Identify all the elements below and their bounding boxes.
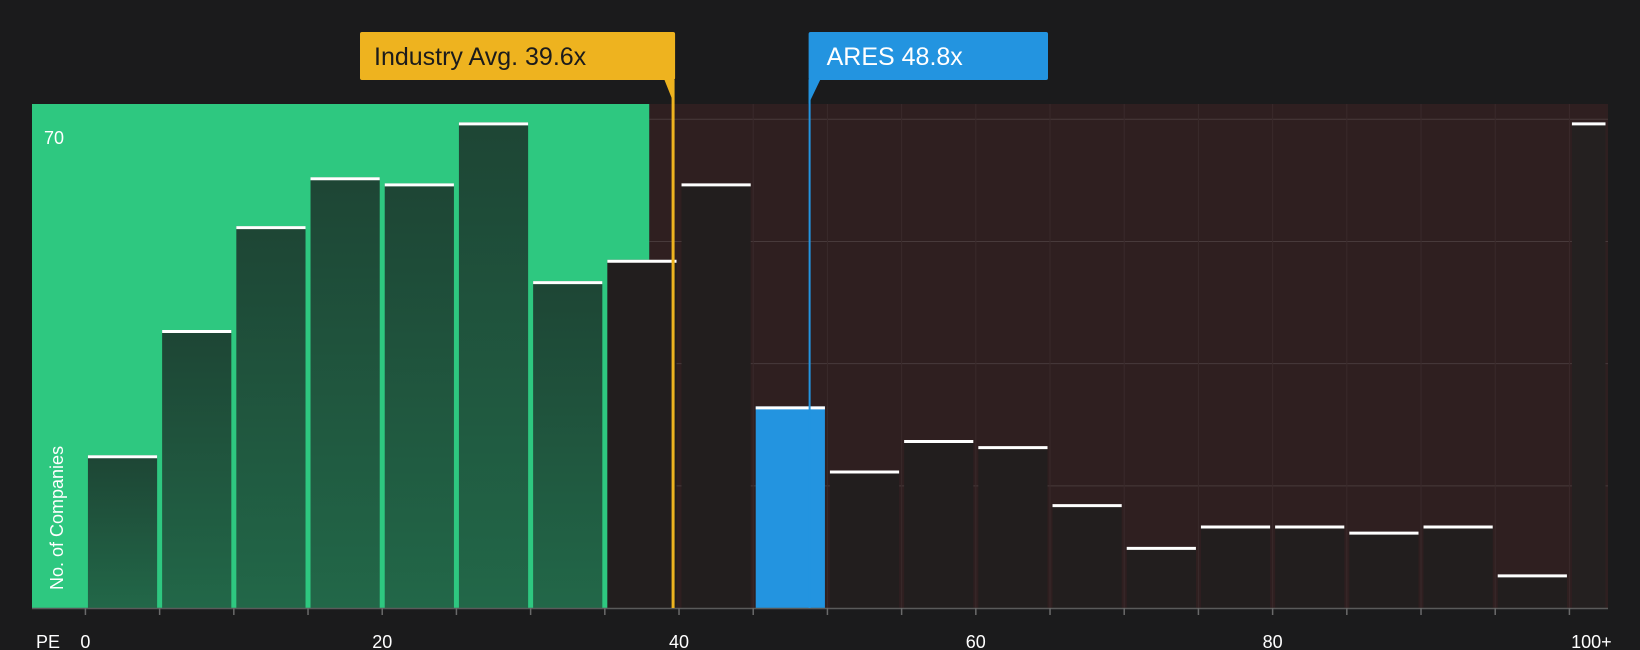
- industry-avg-callout-pointer: [664, 79, 675, 104]
- company-callout-pointer: [808, 79, 821, 104]
- histogram-bar: [87, 455, 158, 608]
- histogram-bar: [607, 259, 677, 608]
- x-tick-label: 20: [372, 632, 392, 650]
- histogram-bar: [533, 281, 603, 608]
- histogram-bar: [755, 406, 825, 608]
- histogram-bar: [681, 183, 751, 608]
- histogram-bar: [1200, 525, 1271, 608]
- histogram-bar: [1275, 525, 1345, 608]
- y-tick-label: 70: [44, 128, 64, 148]
- histogram-bar: [1423, 525, 1493, 608]
- x-tick-label: 0: [80, 632, 90, 650]
- pe-distribution-chart: 0 20 40 60 80 100+ Industry Avg. 39.6x ARES 48…: [0, 0, 1640, 650]
- histogram-bar: [1349, 531, 1419, 608]
- x-tick-label: 100+: [1571, 632, 1612, 650]
- histogram-bar: [384, 183, 454, 608]
- y-axis-label: No. of Companies: [47, 446, 67, 590]
- histogram-bar: [1052, 504, 1122, 608]
- histogram-bar: [162, 330, 232, 608]
- histogram-bar: [1571, 122, 1606, 608]
- histogram-bar: [978, 446, 1048, 608]
- x-tick-label: 60: [966, 632, 986, 650]
- histogram-bar: [236, 226, 306, 608]
- histogram-bar: [458, 122, 529, 608]
- histogram-bar: [310, 177, 380, 609]
- x-tick-label: 80: [1263, 632, 1283, 650]
- histogram-bar: [904, 440, 974, 608]
- histogram-svg: 0 20 40 60 80 100+ Industry Avg. 39.6x ARES 48…: [32, 32, 1612, 650]
- histogram-bar: [829, 470, 900, 608]
- x-axis-label: PE: [36, 632, 60, 650]
- histogram-bar: [1497, 574, 1567, 608]
- company-label: ARES 48.8x: [827, 43, 964, 71]
- industry-avg-label: Industry Avg. 39.6x: [374, 43, 587, 71]
- histogram-bar: [1126, 546, 1196, 608]
- x-tick-label: 40: [669, 632, 689, 650]
